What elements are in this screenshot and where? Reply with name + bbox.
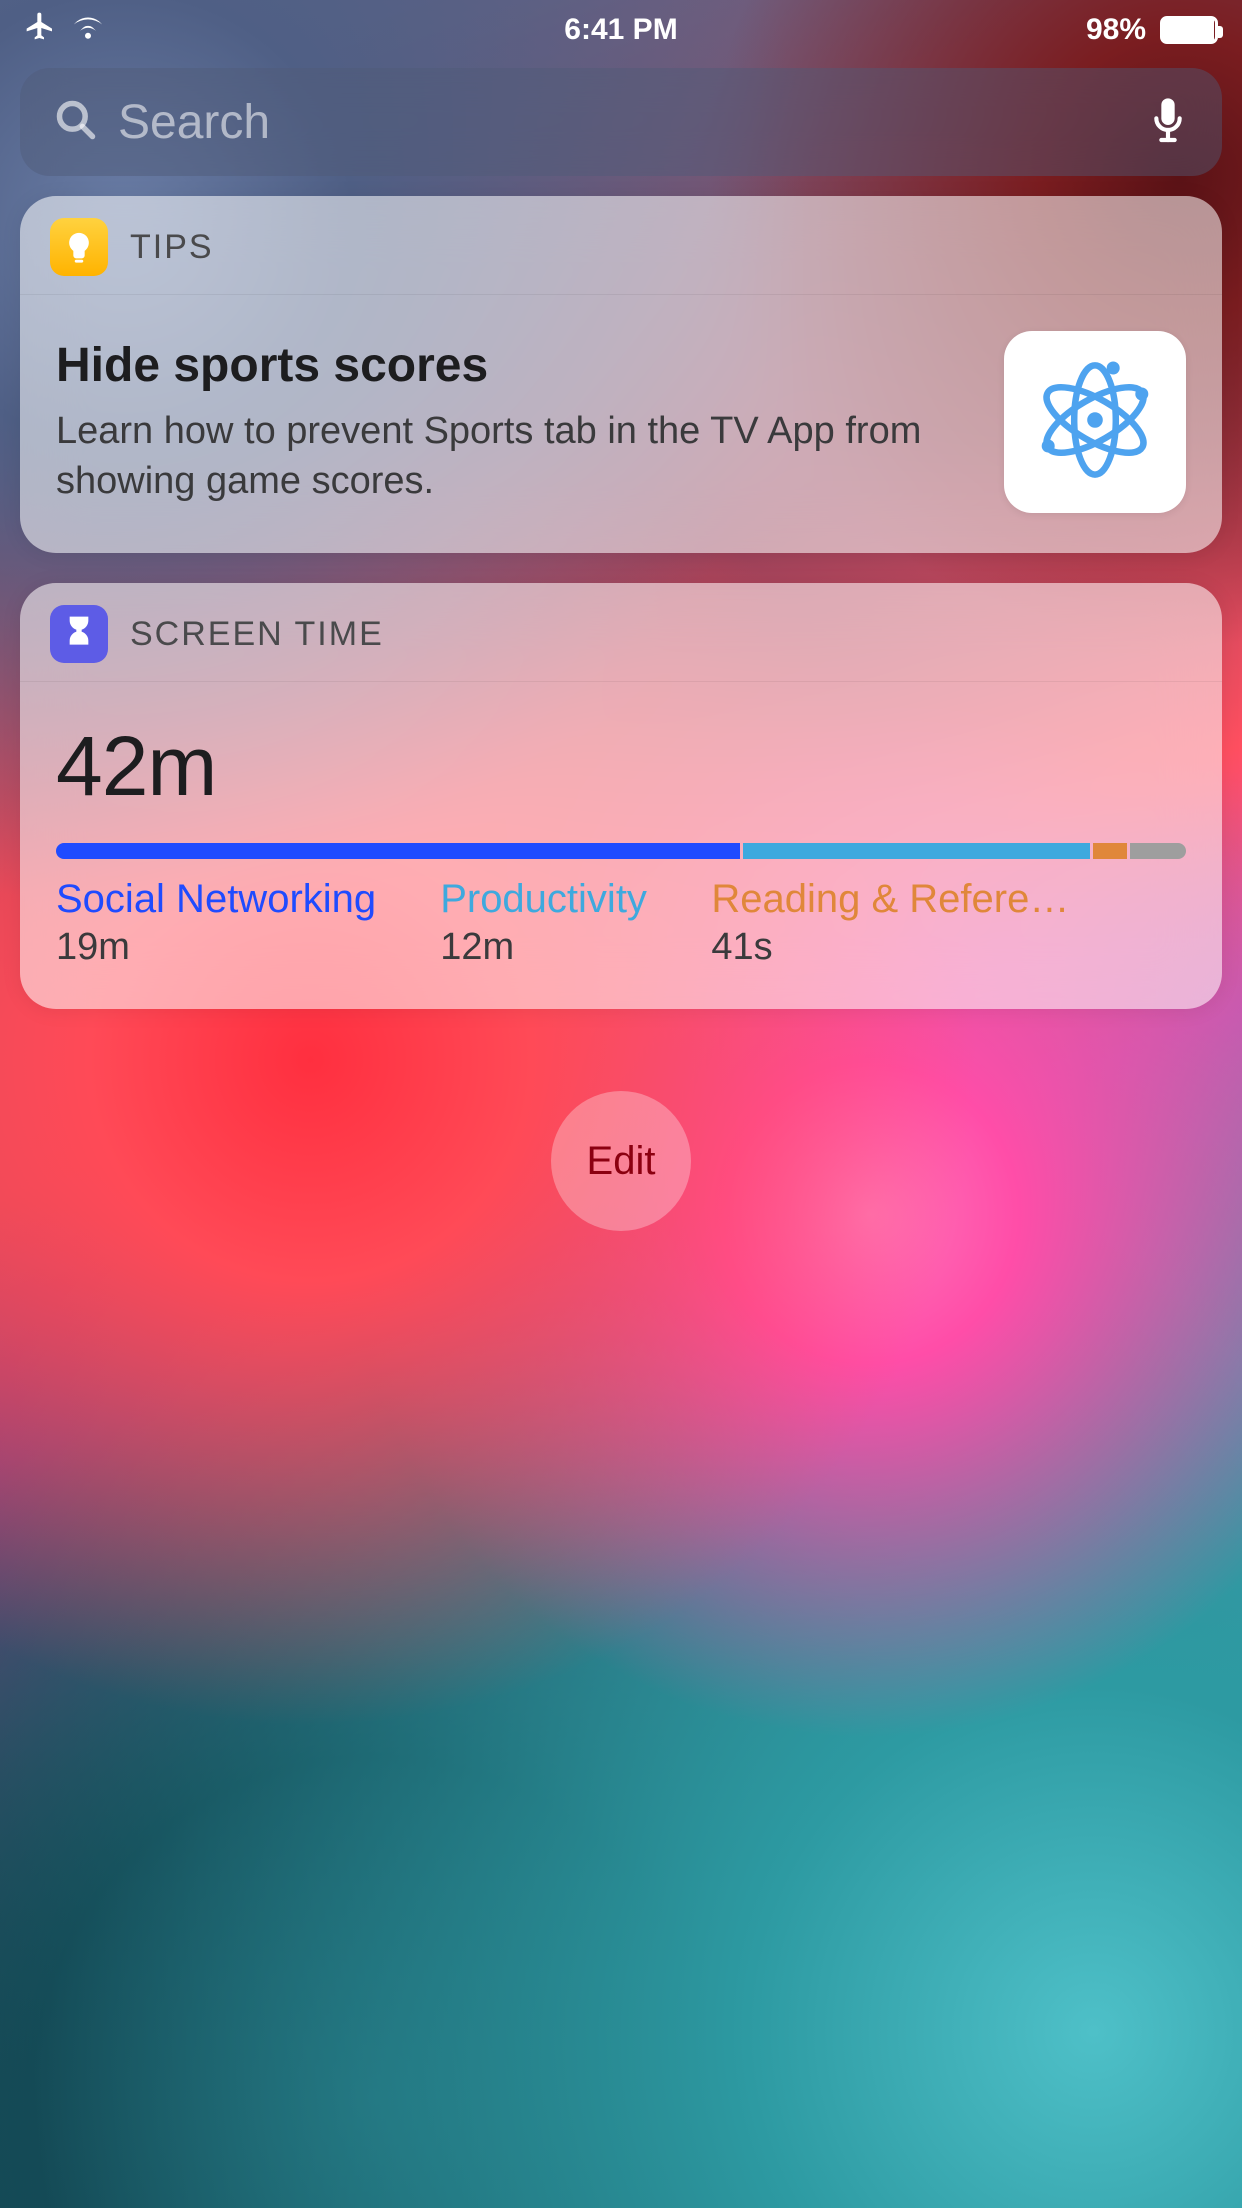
atom-icon [1030, 355, 1160, 490]
tip-description: Learn how to prevent Sports tab in the T… [56, 407, 976, 506]
screentime-bar-segment-other [1130, 843, 1186, 859]
screentime-categories: Social Networking19mProductivity12mReadi… [56, 877, 1186, 969]
wifi-icon [70, 11, 106, 49]
status-time: 6:41 PM [564, 13, 677, 47]
tips-widget-title: TIPS [130, 228, 214, 267]
screentime-category: Productivity12m [440, 877, 711, 969]
screentime-bar-segment [56, 843, 740, 859]
screentime-widget-header: SCREEN TIME [20, 583, 1222, 682]
tips-widget[interactable]: TIPS Hide sports scores Learn how to pre… [20, 196, 1222, 553]
screentime-category-time: 12m [440, 926, 681, 969]
tip-title: Hide sports scores [56, 338, 976, 393]
screentime-category-label: Reading & Refere… [711, 877, 1186, 922]
screentime-bar-segment [1093, 843, 1127, 859]
screentime-category-time: 41s [711, 926, 1186, 969]
screentime-category-time: 19m [56, 926, 410, 969]
screentime-category: Social Networking19m [56, 877, 440, 969]
screentime-bar-segment [743, 843, 1091, 859]
screentime-app-icon [50, 605, 108, 663]
screentime-total: 42m [56, 718, 1186, 815]
tips-widget-header: TIPS [20, 196, 1222, 295]
screentime-category: Reading & Refere…41s [711, 877, 1186, 969]
edit-button-label: Edit [587, 1139, 656, 1184]
screentime-widget[interactable]: SCREEN TIME 42m Social Networking19mProd… [20, 583, 1222, 1009]
edit-button[interactable]: Edit [551, 1091, 691, 1231]
screentime-category-label: Social Networking [56, 877, 410, 922]
microphone-icon[interactable] [1148, 94, 1188, 151]
airplane-mode-icon [24, 10, 56, 50]
tips-app-icon [50, 218, 108, 276]
battery-percentage: 98% [1086, 13, 1146, 47]
search-icon [54, 98, 98, 147]
tip-thumbnail [1004, 331, 1186, 513]
battery-icon [1160, 16, 1218, 44]
screentime-category-label: Productivity [440, 877, 681, 922]
status-bar: 6:41 PM 98% [0, 0, 1242, 60]
search-bar[interactable]: Search [20, 68, 1222, 176]
screentime-widget-title: SCREEN TIME [130, 615, 384, 654]
screentime-usage-bar [56, 843, 1186, 859]
search-input[interactable]: Search [118, 95, 1148, 150]
